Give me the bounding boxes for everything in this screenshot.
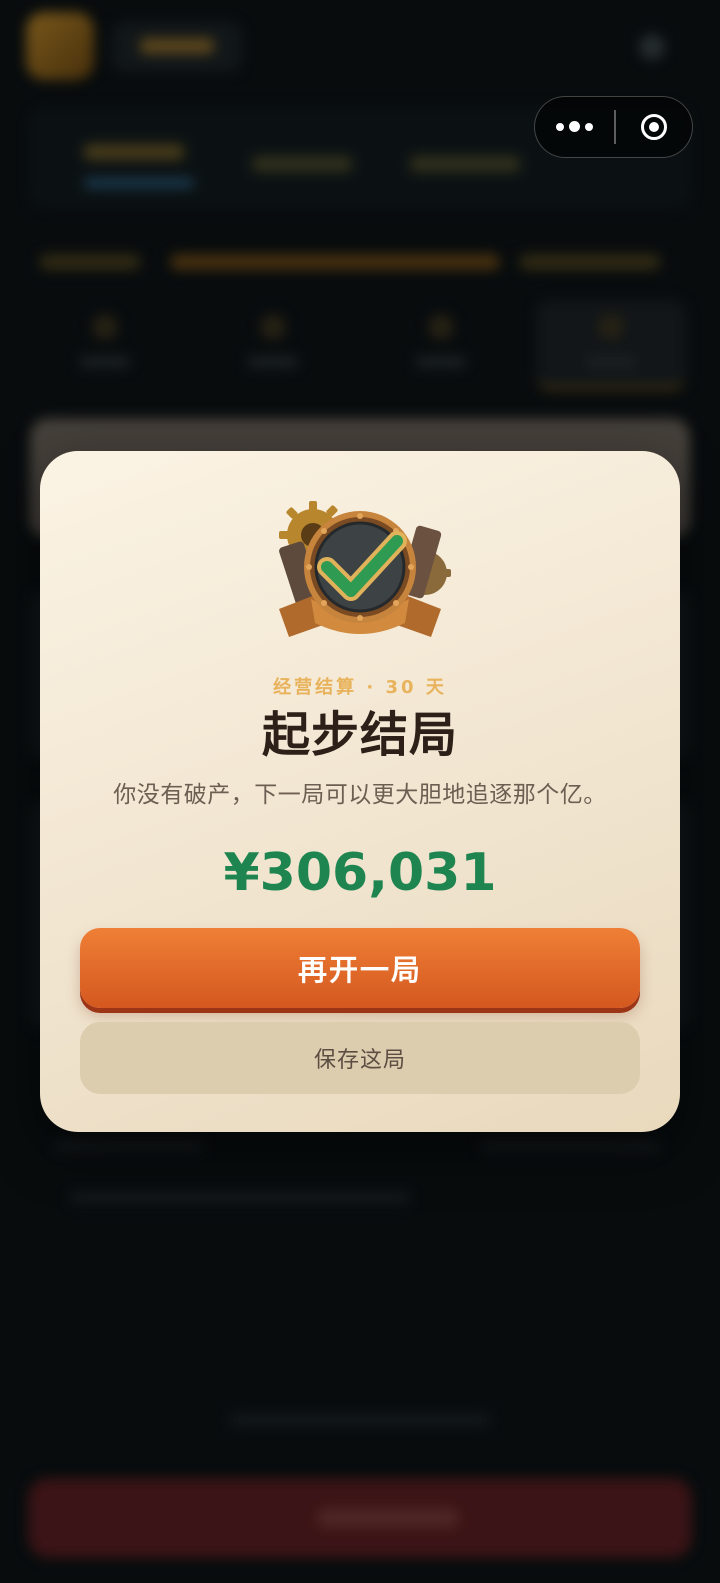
result-title: 起步结局: [261, 707, 458, 763]
more-dots-icon[interactable]: [535, 97, 614, 156]
miniprogram-capsule: [534, 96, 693, 158]
result-modal: 经营结算 · 30 天 起步结局 你没有破产，下一局可以更大胆地追逐那个亿。 ¥…: [40, 451, 680, 1132]
result-description: 你没有破产，下一局可以更大胆地追逐那个亿。: [113, 782, 607, 808]
save-game-button[interactable]: 保存这局: [80, 1022, 640, 1094]
final-amount: ¥306,031: [223, 843, 497, 903]
gear-checkmark-badge-icon: [279, 501, 451, 637]
close-target-icon[interactable]: [615, 97, 693, 156]
restart-game-button[interactable]: 再开一局: [80, 928, 640, 1008]
app-screen: 经营结算 · 30 天 起步结局 你没有破产，下一局可以更大胆地追逐那个亿。 ¥…: [0, 0, 720, 1583]
